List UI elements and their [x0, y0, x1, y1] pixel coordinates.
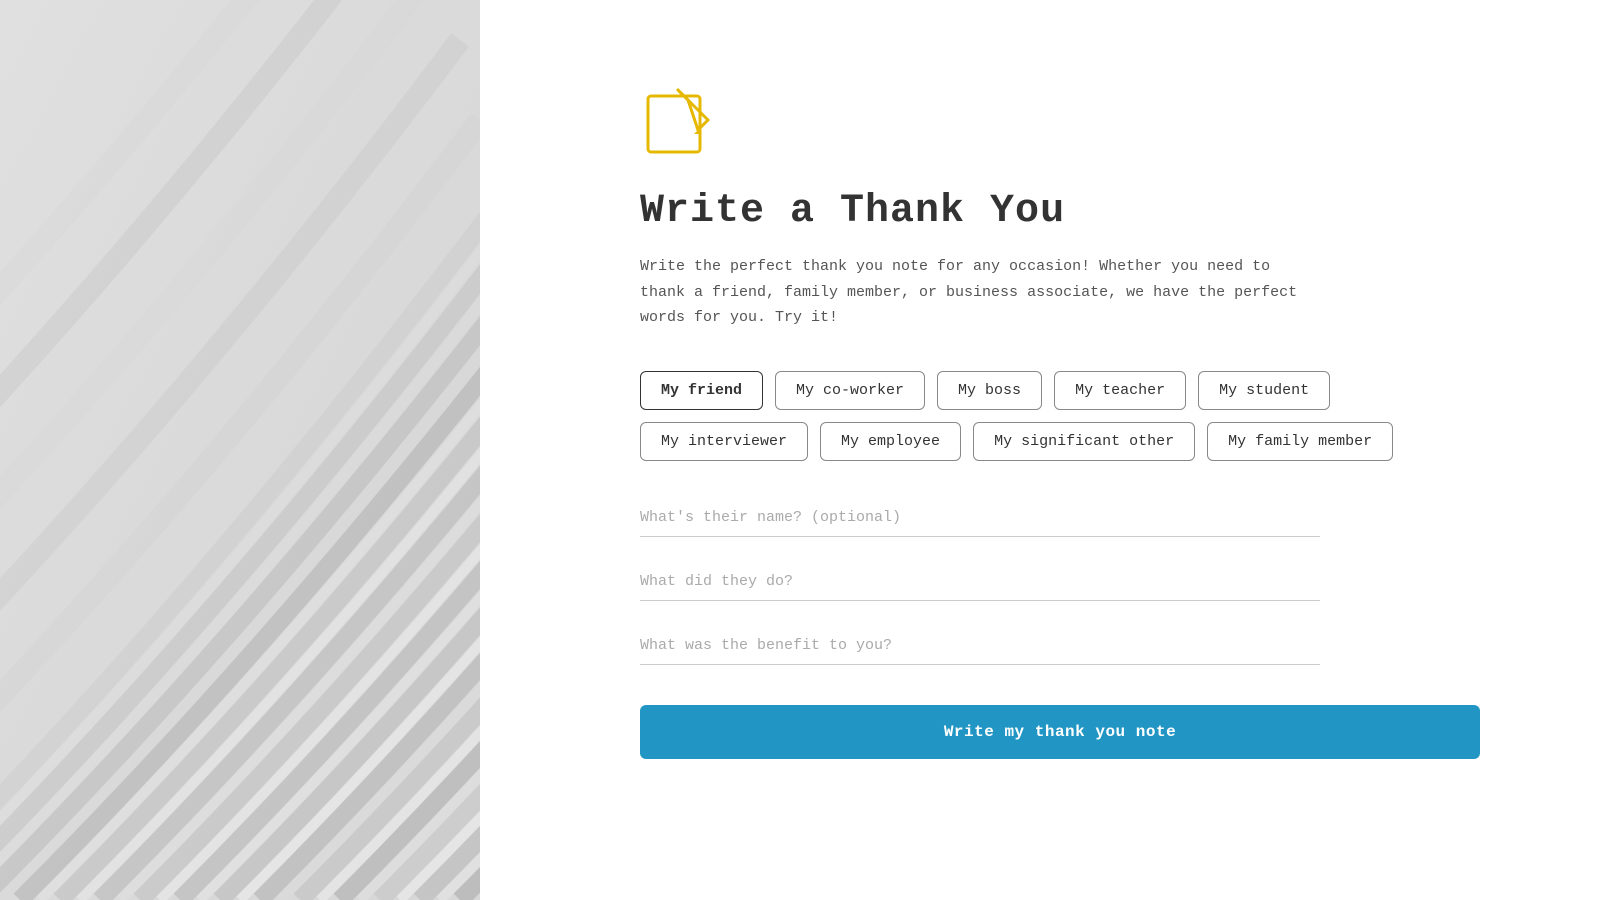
tag-student[interactable]: My student [1198, 371, 1330, 410]
tag-family-member[interactable]: My family member [1207, 422, 1393, 461]
benefit-field-group [640, 629, 1480, 665]
name-input[interactable] [640, 501, 1320, 537]
submit-button[interactable]: Write my thank you note [640, 705, 1480, 759]
page-title: Write a Thank You [640, 189, 1480, 234]
action-input[interactable] [640, 565, 1320, 601]
content-panel: Write a Thank You Write the perfect than… [480, 0, 1600, 900]
name-field-group [640, 501, 1480, 537]
tag-teacher[interactable]: My teacher [1054, 371, 1186, 410]
tag-boss[interactable]: My boss [937, 371, 1042, 410]
page-description: Write the perfect thank you note for any… [640, 254, 1320, 331]
tags-row-2: My interviewer My employee My significan… [640, 422, 1480, 461]
form-section: Write my thank you note [640, 501, 1480, 759]
tag-interviewer[interactable]: My interviewer [640, 422, 808, 461]
action-field-group [640, 565, 1480, 601]
tags-row-1: My friend My co-worker My boss My teache… [640, 371, 1480, 410]
app-icon [640, 80, 1480, 189]
decorative-panel [0, 0, 480, 900]
tag-employee[interactable]: My employee [820, 422, 961, 461]
tag-friend[interactable]: My friend [640, 371, 763, 410]
benefit-input[interactable] [640, 629, 1320, 665]
tag-significant-other[interactable]: My significant other [973, 422, 1195, 461]
tag-coworker[interactable]: My co-worker [775, 371, 925, 410]
